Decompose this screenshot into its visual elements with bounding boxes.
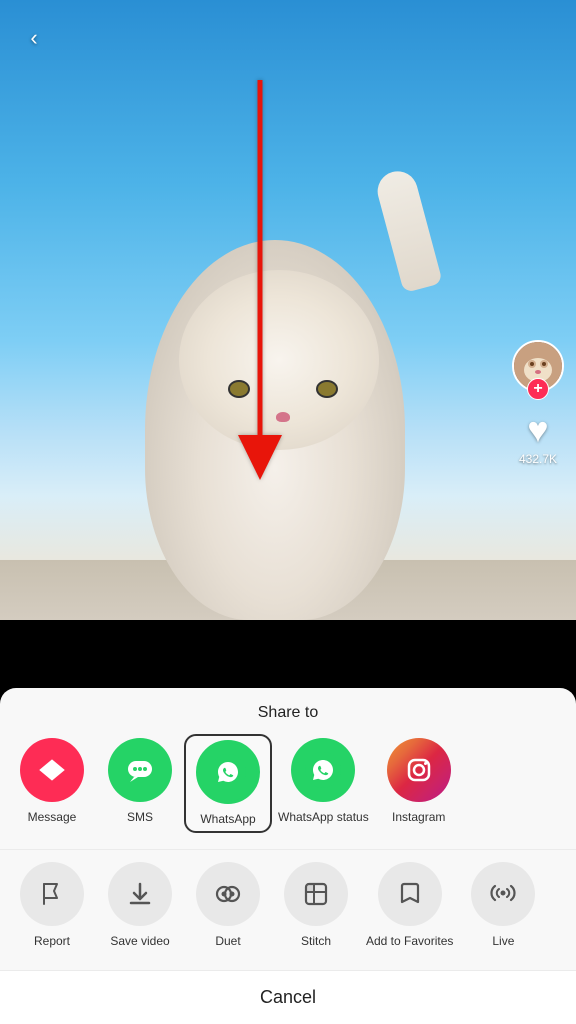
whatsapp-status-icon-circle [291,738,355,802]
cat-face [183,350,383,470]
video-background: ‹ + ♥ 432.7K [0,0,576,620]
share-sms[interactable]: SMS [96,734,184,830]
stitch-label: Stitch [301,934,331,950]
action-live[interactable]: Live [459,858,547,954]
cat-eye-left [228,380,250,398]
duet-icon-circle [196,862,260,926]
instagram-icon-circle [387,738,451,802]
add-favorites-label: Add to Favorites [366,934,453,950]
add-favorites-icon-circle [378,862,442,926]
action-row: Report Save video [0,849,576,970]
cat-image [128,200,448,620]
share-sheet: Share to Message [0,688,576,1024]
action-add-favorites[interactable]: Add to Favorites [360,858,459,954]
share-whatsapp-status[interactable]: WhatsApp status [272,734,375,830]
right-actions: + ♥ 432.7K [512,340,564,466]
cancel-button[interactable]: Cancel [0,970,576,1024]
whatsapp-icon-circle [196,740,260,804]
action-duet[interactable]: Duet [184,858,272,954]
share-whatsapp[interactable]: WhatsApp [184,734,272,834]
sms-label: SMS [127,810,153,826]
whatsapp-label: WhatsApp [200,812,255,828]
action-stitch[interactable]: Stitch [272,858,360,954]
share-message[interactable]: Message [8,734,96,830]
report-icon-circle [20,862,84,926]
like-button[interactable]: ♥ 432.7K [519,412,557,466]
share-row: Message SMS Wha [0,734,576,850]
follow-button[interactable]: + [527,378,549,400]
back-icon: ‹ [30,25,37,51]
sms-icon-circle [108,738,172,802]
duet-label: Duet [215,934,240,950]
whatsapp-status-label: WhatsApp status [278,810,369,826]
share-title: Share to [0,688,576,734]
stitch-icon-circle [284,862,348,926]
back-button[interactable]: ‹ [16,20,52,56]
cat-eye-right [316,380,338,398]
cat-nose [276,412,290,422]
live-label: Live [492,934,514,950]
share-instagram[interactable]: Instagram [375,734,463,830]
save-video-label: Save video [110,934,169,950]
message-icon-circle [20,738,84,802]
cat-body [145,240,405,620]
action-report[interactable]: Report [8,858,96,954]
action-save-video[interactable]: Save video [96,858,184,954]
creator-avatar[interactable]: + [512,340,564,392]
like-count: 432.7K [519,452,557,466]
report-label: Report [34,934,70,950]
instagram-label: Instagram [392,810,445,826]
save-video-icon-circle [108,862,172,926]
heart-icon: ♥ [527,412,548,448]
live-icon-circle [471,862,535,926]
message-label: Message [28,810,77,826]
cat-head [179,270,379,450]
